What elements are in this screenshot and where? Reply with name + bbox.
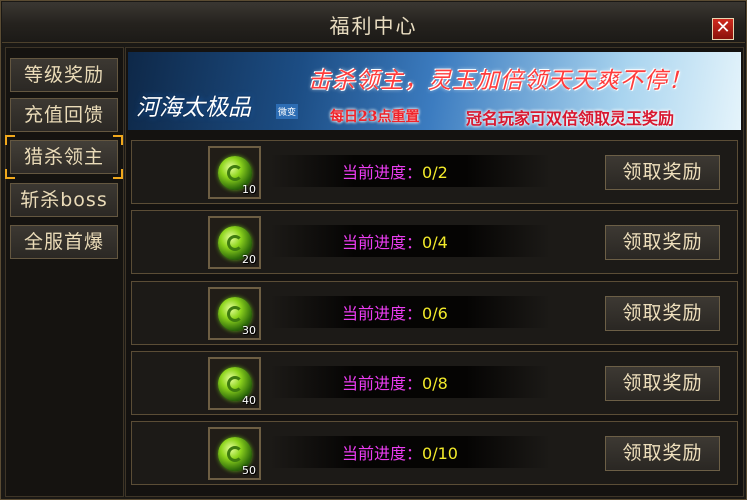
reward-item-slot[interactable]: 40 [208,357,261,410]
sidebar: 等级奖励 充值回馈 猎杀领主 斩杀boss 全服首爆 [5,47,124,497]
reward-item-slot[interactable]: 20 [208,216,261,269]
tab-hunt-lords[interactable]: 猎杀领主 [10,140,118,174]
reward-row: 50 当前进度：0/10 领取奖励 [131,421,738,485]
game-logo: 河海太极品 [136,95,251,121]
tab-server-first-drop[interactable]: 全服首爆 [10,225,118,259]
reward-level: 40 [242,394,256,407]
tab-level-rewards[interactable]: 等级奖励 [10,58,118,92]
progress-text: 当前进度：0/6 [342,300,448,324]
progress-label: 当前进度： [342,444,423,463]
reward-level: 50 [242,464,256,477]
progress-text: 当前进度：0/2 [342,159,448,183]
selection-corner [113,169,123,179]
reward-row: 40 当前进度：0/8 领取奖励 [131,351,738,415]
banner-reset-time: 每日23点重置 [330,109,420,125]
selection-corner [113,135,123,145]
reward-level: 30 [242,324,256,337]
logo-tag: 微变 [276,104,299,119]
progress-value: 0/10 [422,444,458,463]
reward-level: 20 [242,253,256,266]
main-panel: 击杀领主，灵玉加倍领天天爽不停！ 河海太极品 微变 每日23点重置 冠名玩家可双… [125,47,744,497]
claim-reward-button[interactable]: 领取奖励 [605,366,720,401]
reward-item-slot[interactable]: 50 [208,427,261,480]
claim-reward-button[interactable]: 领取奖励 [605,436,720,471]
progress-label: 当前进度： [342,304,423,323]
progress-label: 当前进度： [342,163,423,182]
selection-corner [5,169,15,179]
progress-text: 当前进度：0/8 [342,370,448,394]
progress-text: 当前进度：0/10 [342,440,458,464]
window-title: 福利中心 [329,14,418,38]
reward-row: 10 当前进度：0/2 领取奖励 [131,140,738,204]
reward-row: 20 当前进度：0/4 领取奖励 [131,210,738,274]
claim-reward-button[interactable]: 领取奖励 [605,225,720,260]
tab-recharge-rewards[interactable]: 充值回馈 [10,98,118,132]
selection-corner [5,135,15,145]
reward-level: 10 [242,183,256,196]
claim-reward-button[interactable]: 领取奖励 [605,296,720,331]
progress-value: 0/4 [422,233,448,252]
progress-text: 当前进度：0/4 [342,229,448,253]
progress-label: 当前进度： [342,374,423,393]
reward-item-slot[interactable]: 30 [208,287,261,340]
progress-value: 0/6 [422,304,448,323]
reward-item-slot[interactable]: 10 [208,146,261,199]
tab-kill-boss[interactable]: 斩杀boss [10,183,118,217]
progress-label: 当前进度： [342,233,423,252]
welfare-center-window: 福利中心 ✕ 等级奖励 充值回馈 猎杀领主 斩杀boss 全服首爆 击杀领主，灵… [0,0,747,500]
title-bar: 福利中心 ✕ [2,2,745,43]
progress-value: 0/2 [422,163,448,182]
event-banner: 击杀领主，灵玉加倍领天天爽不停！ 河海太极品 微变 每日23点重置 冠名玩家可双… [128,52,741,130]
progress-value: 0/8 [422,374,448,393]
close-button[interactable]: ✕ [712,18,734,40]
banner-subline: 冠名玩家可双倍领取灵玉奖励 [466,109,675,128]
banner-headline: 击杀领主，灵玉加倍领天天爽不停！ [308,68,692,94]
claim-reward-button[interactable]: 领取奖励 [605,155,720,190]
reward-row: 30 当前进度：0/6 领取奖励 [131,281,738,345]
